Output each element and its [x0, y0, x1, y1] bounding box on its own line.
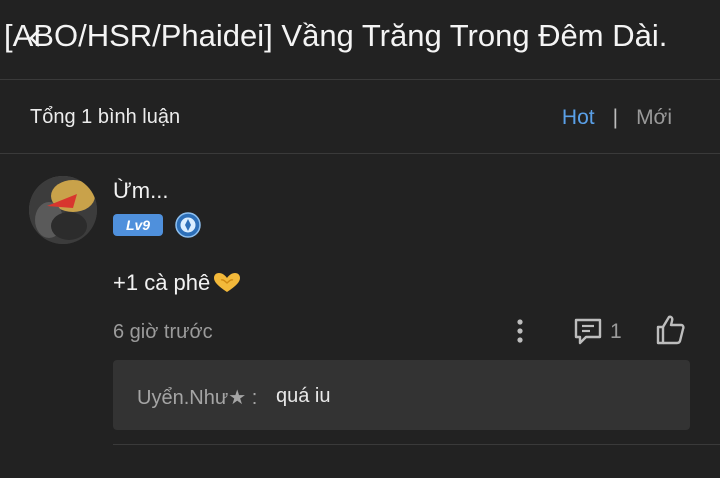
thumbs-up-icon[interactable]	[654, 313, 688, 347]
heart-hands-emoji-icon	[214, 273, 241, 292]
story-title: [ABO/HSR/Phaidei] Vầng Trăng Trong Đêm D…	[4, 18, 668, 53]
avatar[interactable]	[29, 176, 97, 244]
reply-author[interactable]: Uyển.Như★ :	[137, 385, 257, 410]
chevron-left-icon[interactable]	[28, 28, 42, 48]
username[interactable]: Ừm...	[113, 178, 168, 204]
divider	[113, 444, 720, 445]
comment-body: +1 cà phê	[113, 270, 242, 296]
reply-count: 1	[610, 320, 622, 343]
reply-comment-icon[interactable]	[572, 316, 604, 346]
sort-options: Hot | Mới	[562, 106, 672, 130]
comment-total-label: Tổng 1 bình luận	[30, 106, 181, 128]
reply-text: quá iu	[276, 385, 331, 407]
more-options-icon[interactable]	[512, 317, 528, 345]
sort-hot-tab[interactable]: Hot	[562, 106, 595, 130]
divider	[0, 153, 720, 154]
sort-new-tab[interactable]: Mới	[636, 106, 672, 130]
comment-timestamp: 6 giờ trước	[113, 321, 213, 343]
sort-separator: |	[612, 106, 619, 129]
level-badge: Lv9	[113, 214, 163, 236]
blue-medal-icon	[175, 212, 201, 238]
reply-preview[interactable]: Uyển.Như★ : quá iu	[113, 360, 690, 430]
divider	[0, 79, 720, 80]
comment-text: +1 cà phê	[113, 270, 211, 295]
